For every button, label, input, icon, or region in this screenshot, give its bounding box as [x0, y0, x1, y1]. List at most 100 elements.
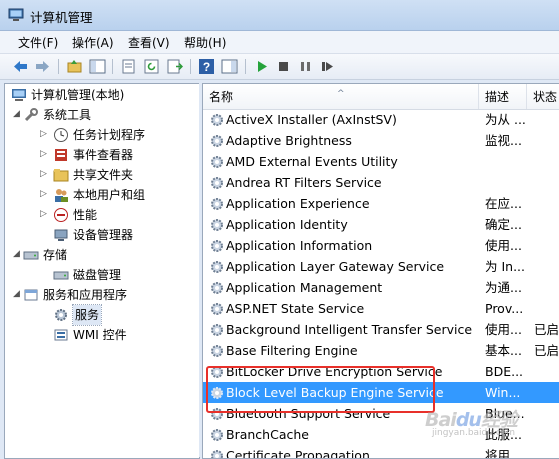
service-name: Application Identity: [226, 217, 348, 232]
menu-help[interactable]: 帮助(H): [184, 34, 226, 51]
service-gear-icon: [211, 177, 223, 189]
column-header-name[interactable]: ^ 名称: [203, 84, 479, 109]
service-description: 使用...: [485, 322, 522, 337]
collapse-arrow-icon[interactable]: ◢: [13, 290, 22, 299]
device-manager-icon: [54, 229, 68, 241]
forward-arrow-icon[interactable]: [34, 58, 51, 75]
expand-arrow-icon[interactable]: ▷: [40, 210, 49, 219]
stop-icon[interactable]: [275, 58, 292, 75]
service-description: 在应...: [485, 196, 522, 211]
gear-icon: [55, 309, 67, 321]
console-tree: 计算机管理(本地) ◢ 系统工具 ▷ 任务计划程序 ▷ 事件查看器 ▷ 共享文件…: [4, 83, 200, 459]
svg-text:?: ?: [203, 60, 210, 74]
service-name: AMD External Events Utility: [226, 154, 398, 169]
service-name: ActiveX Installer (AxInstSV): [226, 112, 397, 127]
storage-icon: [23, 251, 39, 260]
menu-view[interactable]: 查看(V): [128, 34, 170, 51]
play-icon[interactable]: [253, 58, 270, 75]
users-icon: [55, 189, 68, 202]
expand-arrow-icon[interactable]: ▷: [40, 190, 49, 199]
menu-file[interactable]: 文件(F): [18, 34, 58, 51]
service-name: ASP.NET State Service: [226, 301, 365, 316]
service-description: 监视...: [485, 133, 522, 148]
toolbar-separator: [112, 59, 113, 74]
expand-arrow-icon[interactable]: ▷: [40, 130, 49, 139]
service-gear-icon: [211, 261, 223, 273]
service-description: Win...: [485, 385, 521, 400]
table-row[interactable]: Application Layer Gateway Service 为 In...: [203, 256, 559, 277]
properties-icon[interactable]: [120, 58, 137, 75]
service-description: Prov...: [485, 301, 524, 316]
table-row[interactable]: Andrea RT Filters Service: [203, 172, 559, 193]
services-apps-icon: [24, 289, 38, 301]
table-row[interactable]: Application Information 使用...: [203, 235, 559, 256]
service-gear-icon: [211, 450, 223, 458]
disk-icon: [53, 271, 69, 280]
pause-icon[interactable]: [297, 58, 314, 75]
help-icon[interactable]: ?: [198, 58, 215, 75]
expand-arrow-icon[interactable]: ▷: [40, 170, 49, 179]
service-gear-icon: [211, 114, 223, 126]
restart-icon[interactable]: [319, 58, 336, 75]
service-description: 为 In...: [485, 259, 525, 274]
toolbar-separator: [58, 59, 59, 74]
collapse-arrow-icon[interactable]: ◢: [13, 250, 22, 259]
table-row[interactable]: ActiveX Installer (AxInstSV) 为从 ...: [203, 109, 559, 130]
service-gear-icon: [211, 429, 223, 441]
service-gear-icon: [211, 345, 223, 357]
service-name: Application Layer Gateway Service: [226, 259, 445, 274]
table-row[interactable]: Base Filtering Engine 基本... 已启: [203, 340, 559, 361]
service-description: 确定...: [485, 217, 522, 232]
window-title: 计算机管理: [30, 10, 93, 25]
list-header: ^ 名称 描述 状态: [203, 84, 559, 110]
event-log-icon: [55, 149, 67, 161]
service-description: 为从 ...: [485, 112, 525, 127]
expand-arrow-icon[interactable]: ▷: [40, 150, 49, 159]
table-row[interactable]: Application Identity 确定...: [203, 214, 559, 235]
column-header-description[interactable]: 描述: [479, 84, 527, 109]
service-name: Application Experience: [226, 196, 370, 211]
service-description: BDE...: [485, 364, 524, 379]
service-gear-icon: [211, 324, 223, 336]
service-description: 使用...: [485, 238, 522, 253]
menu-bar: 文件(F) 操作(A) 查看(V) 帮助(H): [0, 31, 559, 54]
tools-icon: [24, 108, 38, 122]
table-row[interactable]: Application Experience 在应...: [203, 193, 559, 214]
service-gear-icon: [211, 135, 223, 147]
service-name: Andrea RT Filters Service: [226, 175, 382, 190]
show-tree-icon[interactable]: [89, 58, 106, 75]
export-icon[interactable]: [166, 58, 183, 75]
service-gear-icon: [211, 156, 223, 168]
service-gear-icon: [211, 240, 223, 252]
computer-management-icon: [8, 8, 24, 21]
wmi-icon: [54, 329, 68, 341]
table-row[interactable]: Application Management 为通...: [203, 277, 559, 298]
collapse-arrow-icon[interactable]: ◢: [13, 110, 22, 119]
column-header-status[interactable]: 状态: [527, 84, 559, 109]
refresh-icon[interactable]: [143, 58, 160, 75]
table-row[interactable]: Adaptive Brightness 监视...: [203, 130, 559, 151]
table-row[interactable]: ASP.NET State Service Prov...: [203, 298, 559, 319]
highlight-callout: [206, 366, 435, 413]
service-gear-icon: [211, 303, 223, 315]
up-folder-icon[interactable]: [66, 58, 83, 75]
service-name: Application Information: [226, 238, 373, 253]
table-row[interactable]: AMD External Events Utility: [203, 151, 559, 172]
service-name: Adaptive Brightness: [226, 133, 352, 148]
toolbar-separator: [245, 59, 246, 74]
service-status: 已启: [534, 322, 559, 337]
performance-icon: [54, 208, 68, 222]
service-status: 已启: [534, 343, 559, 358]
title-bar: 计算机管理: [0, 0, 559, 31]
service-description: 基本...: [485, 343, 522, 358]
sort-ascending-icon: ^: [337, 89, 345, 99]
action-pane-icon[interactable]: [221, 58, 238, 75]
service-name: Base Filtering Engine: [226, 343, 358, 358]
menu-action[interactable]: 操作(A): [72, 34, 114, 51]
shared-folder-icon: [53, 169, 69, 182]
service-gear-icon: [211, 282, 223, 294]
service-gear-icon: [211, 219, 223, 231]
computer-icon: [12, 89, 26, 101]
back-arrow-icon[interactable]: [12, 58, 29, 75]
table-row[interactable]: Background Intelligent Transfer Service 使…: [203, 319, 559, 340]
